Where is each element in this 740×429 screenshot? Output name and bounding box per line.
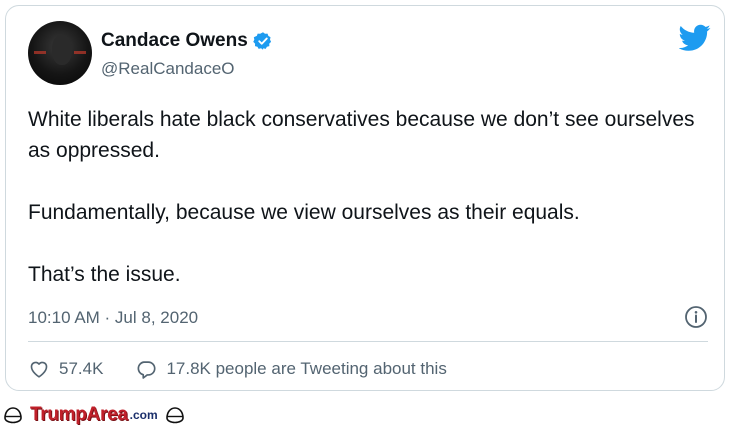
cap-left-icon [4, 407, 22, 424]
tweet-body: White liberals hate black conservatives … [28, 104, 708, 290]
avatar-text-right [74, 51, 86, 54]
tweet-paragraph-3: That’s the issue. [28, 263, 181, 286]
avatar[interactable] [28, 21, 92, 85]
heart-icon[interactable] [28, 358, 50, 380]
brand-suffix: .com [129, 408, 158, 422]
avatar-face [52, 35, 72, 65]
like-count[interactable]: 57.4K [59, 359, 103, 379]
reply-activity-text[interactable]: 17.8K people are Tweeting about this [166, 359, 446, 379]
twitter-bird-icon[interactable] [679, 24, 711, 52]
tweet-paragraph-1: White liberals hate black conservatives … [28, 108, 695, 162]
brand-name: TrumpArea [30, 404, 128, 425]
reply-bubble-icon[interactable] [135, 358, 157, 380]
divider [28, 341, 708, 342]
tweet-card: Candace Owens @RealCandaceO White libera… [5, 5, 725, 391]
avatar-text-left [34, 51, 46, 54]
tweet-timestamp[interactable]: 10:10 AM · Jul 8, 2020 [28, 308, 198, 328]
author-row: Candace Owens [101, 30, 273, 52]
tweet-paragraph-2: Fundamentally, because we view ourselves… [28, 201, 580, 224]
cap-right-icon [165, 407, 184, 424]
verified-badge-icon [253, 32, 271, 50]
info-icon[interactable] [684, 305, 708, 329]
action-bar: 57.4K 17.8K people are Tweeting about th… [28, 358, 447, 380]
watermark-footer: TrumpArea .com [2, 404, 186, 426]
author-name[interactable]: Candace Owens [101, 30, 248, 52]
author-handle[interactable]: @RealCandaceO [101, 59, 235, 79]
